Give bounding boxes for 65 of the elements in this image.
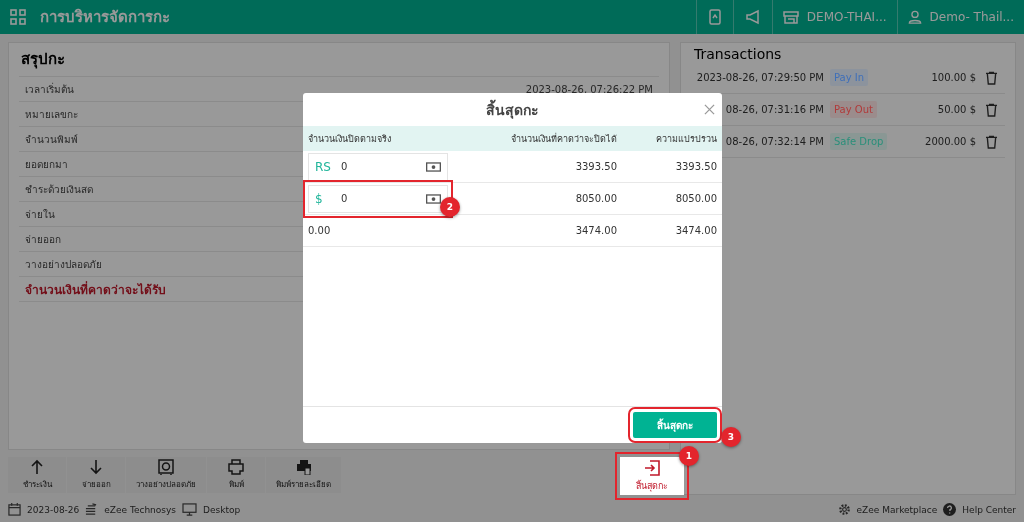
table-cell-text: 3474.00 <box>674 225 717 236</box>
printer-icon <box>228 459 244 475</box>
transaction-type-tag: Pay Out <box>830 101 877 118</box>
transaction-time: 08-26, 07:32:14 PM <box>725 136 824 147</box>
megaphone-icon <box>743 9 762 25</box>
marketplace-link[interactable]: eZee Marketplace <box>856 504 938 515</box>
amount-input-field[interactable]: RS 0 <box>308 152 448 181</box>
trash-icon[interactable] <box>986 102 997 117</box>
dialog-title: สิ้นสุดกะ <box>486 98 539 121</box>
column-header: ความแปรปรวน <box>655 132 717 146</box>
status-date: 2023-08-26 <box>27 504 80 515</box>
trash-icon[interactable] <box>986 70 997 85</box>
toolbar-button[interactable]: วางอย่างปลอดภัย <box>126 457 206 493</box>
summary-label: เวลาเริ่มต้น <box>25 81 74 97</box>
transaction-time: 08-26, 07:31:16 PM <box>725 104 824 115</box>
store-icon <box>782 9 799 25</box>
summary-label: จำนวนพิมพ์ <box>25 132 78 147</box>
exit-icon <box>644 459 660 476</box>
summary-label: ยอดยกมา <box>25 157 68 172</box>
status-company: eZee Technosys <box>104 504 177 515</box>
user-icon <box>907 10 922 24</box>
toolbar-button[interactable]: พิมพ์ <box>207 457 265 493</box>
safe-icon <box>158 459 174 475</box>
page-title: การบริหารจัดการกะ <box>40 7 170 28</box>
settings-icon[interactable] <box>837 503 851 516</box>
help-icon[interactable] <box>943 503 957 516</box>
column-header: จำนวนเงินปิดตามจริง <box>308 132 392 146</box>
arrow-down-icon <box>88 459 104 475</box>
transaction-type-tag: Pay In <box>830 69 869 86</box>
phone-icon <box>706 9 723 25</box>
summary-label: จำนวนเงินที่คาดว่าจะได้รับ <box>25 280 166 299</box>
table-cell-text: 8050.00 <box>574 193 617 204</box>
summary-label: วางอย่างปลอดภัย <box>25 257 102 272</box>
close-icon[interactable] <box>704 104 715 115</box>
banknote-icon <box>426 161 441 172</box>
table-cell-text: 3474.00 <box>574 225 617 236</box>
table-cell-text: 3393.50 <box>574 161 617 172</box>
printer-icon <box>295 459 312 475</box>
transaction-type-tag: Safe Drop <box>830 133 888 150</box>
summary-label: จ่ายออก <box>25 232 61 247</box>
transaction-amount: 2000.00 $ <box>925 136 976 147</box>
toolbar-button[interactable]: จ่ายออก <box>67 457 125 493</box>
calendar-icon <box>8 503 21 516</box>
table-cell-text: 8050.00 <box>674 193 717 204</box>
transaction-amount: 50.00 $ <box>937 104 976 115</box>
column-header: จำนวนเงินที่คาดว่าจะปิดได้ <box>510 132 617 146</box>
summary-label: จ่ายใน <box>25 207 55 222</box>
table-cell: 0.00 <box>308 225 331 236</box>
table-cell-text: 3393.50 <box>674 161 717 172</box>
transaction-time: 2023-08-26, 07:29:50 PM <box>696 72 824 83</box>
panel-title: สรุปกะ <box>19 43 659 77</box>
arrow-up-icon <box>29 459 45 475</box>
status-device: Desktop <box>203 504 241 515</box>
toolbar-button[interactable]: พิมพ์รายละเอียด <box>266 457 341 493</box>
toolbar-button[interactable]: ชำระเงิน <box>8 457 66 493</box>
summary-value: 2023-08-26, 07:26:22 PM <box>525 83 653 95</box>
panel-title: Transactions <box>694 45 783 62</box>
summary-label: ชำระด้วยเงินสด <box>25 182 93 197</box>
summary-label: หมายเลขกะ <box>25 107 78 122</box>
banknote-icon <box>426 193 441 204</box>
help-center-link[interactable]: Help Center <box>962 504 1016 515</box>
stack-icon <box>85 503 99 516</box>
trash-icon[interactable] <box>986 134 997 149</box>
transaction-amount: 100.00 $ <box>931 72 976 83</box>
monitor-icon <box>182 503 198 516</box>
